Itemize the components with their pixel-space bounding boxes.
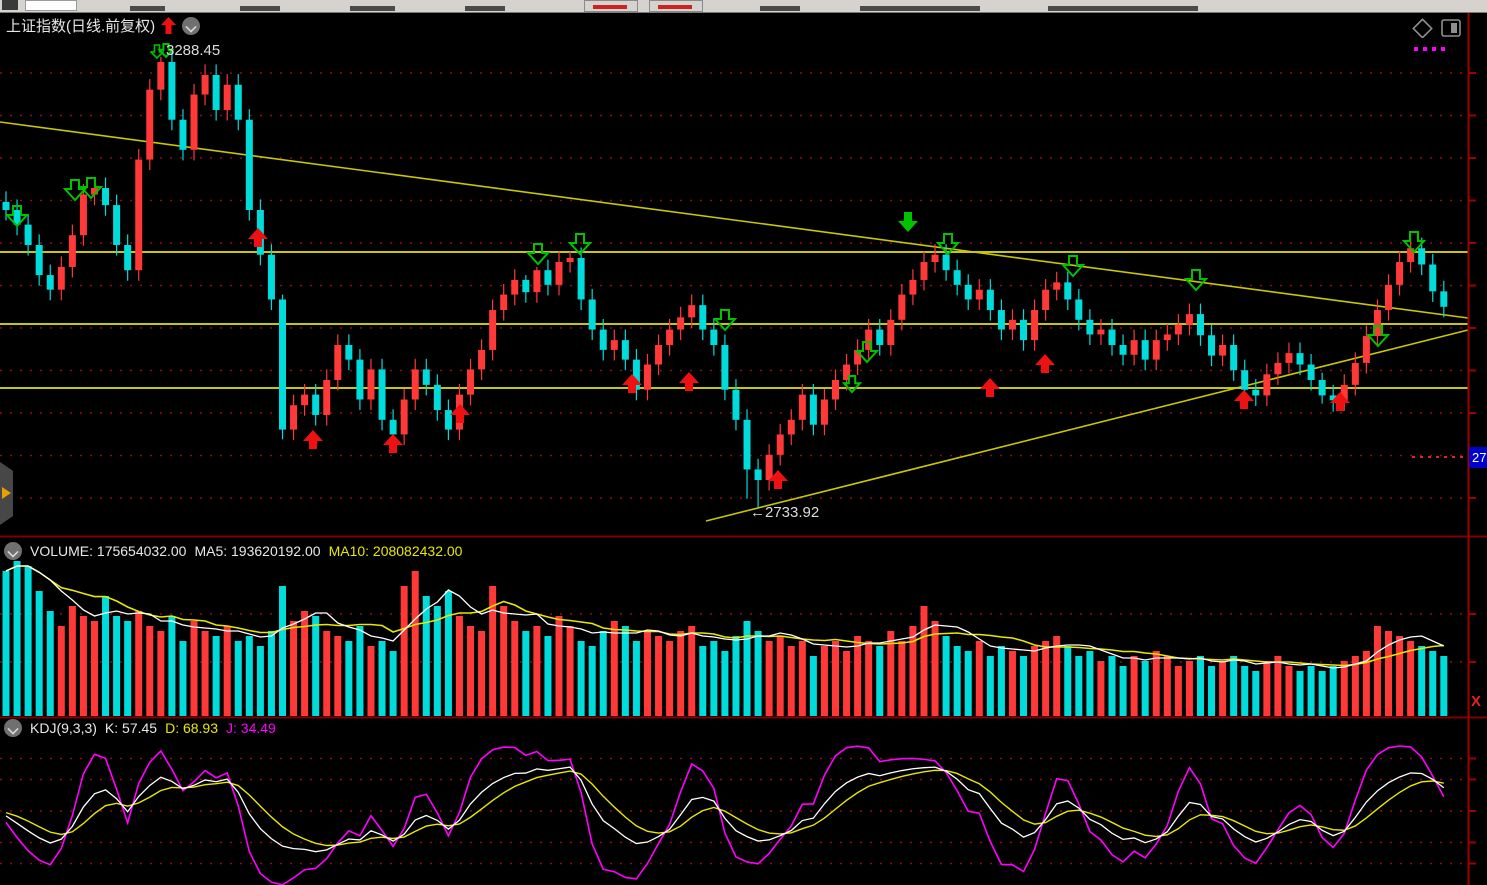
kdj-d-value: D: 68.93 xyxy=(165,720,218,736)
x-axis-label: X xyxy=(1471,693,1481,710)
left-panel-expand-handle[interactable] xyxy=(0,462,13,525)
menu-item-fragment[interactable] xyxy=(465,6,505,11)
split-panel-icon[interactable] xyxy=(1442,20,1460,36)
price-axis-badge: 27 xyxy=(1469,447,1487,468)
kdj-indicator-label: KDJ(9,3,3) xyxy=(30,720,97,736)
top-toolbar xyxy=(0,0,1487,13)
menu-item-fragment xyxy=(1048,6,1198,11)
diamond-tool-icon[interactable] xyxy=(1413,19,1431,37)
menu-item-fragment[interactable] xyxy=(130,6,165,11)
menu-item-fragment[interactable] xyxy=(760,6,800,11)
collapse-main-pane-icon[interactable] xyxy=(182,17,200,35)
menu-item-fragment[interactable] xyxy=(240,6,280,11)
magenta-dots-indicator xyxy=(1414,38,1454,43)
collapse-kdj-pane-icon[interactable] xyxy=(4,719,22,737)
trend-up-arrow-icon xyxy=(161,17,176,34)
collapse-volume-pane-icon[interactable] xyxy=(4,542,22,560)
toolbar-red-button-2[interactable] xyxy=(649,0,703,12)
sell-signal-arrow-icon xyxy=(150,43,164,59)
menu-item-fragment[interactable] xyxy=(860,6,980,11)
app-menu-icon[interactable] xyxy=(2,0,18,10)
chart-corner-tools xyxy=(1410,18,1462,43)
volume-ma5-label: MA5: 193620192.00 xyxy=(194,543,320,559)
volume-value-label: VOLUME: 175654032.00 xyxy=(30,543,186,559)
chart-canvas[interactable] xyxy=(0,0,1487,885)
high-annotation: 3288.45 xyxy=(150,42,220,59)
menu-item-fragment[interactable] xyxy=(350,6,395,11)
trading-app-window: 上证指数(日线.前复权) 3288.45 ←2733.92 VOLUME: 17… xyxy=(0,0,1487,885)
volume-ma10-label: MA10: 208082432.00 xyxy=(329,543,463,559)
symbol-title: 上证指数(日线.前复权) xyxy=(6,15,155,36)
kdj-k-value: K: 57.45 xyxy=(105,720,157,736)
toolbar-input-fragment[interactable] xyxy=(25,0,77,11)
expand-arrow-icon xyxy=(2,487,11,499)
toolbar-red-button-1[interactable] xyxy=(584,0,638,12)
kdj-j-value: J: 34.49 xyxy=(226,720,276,736)
low-annotation: ←2733.92 xyxy=(750,504,819,521)
